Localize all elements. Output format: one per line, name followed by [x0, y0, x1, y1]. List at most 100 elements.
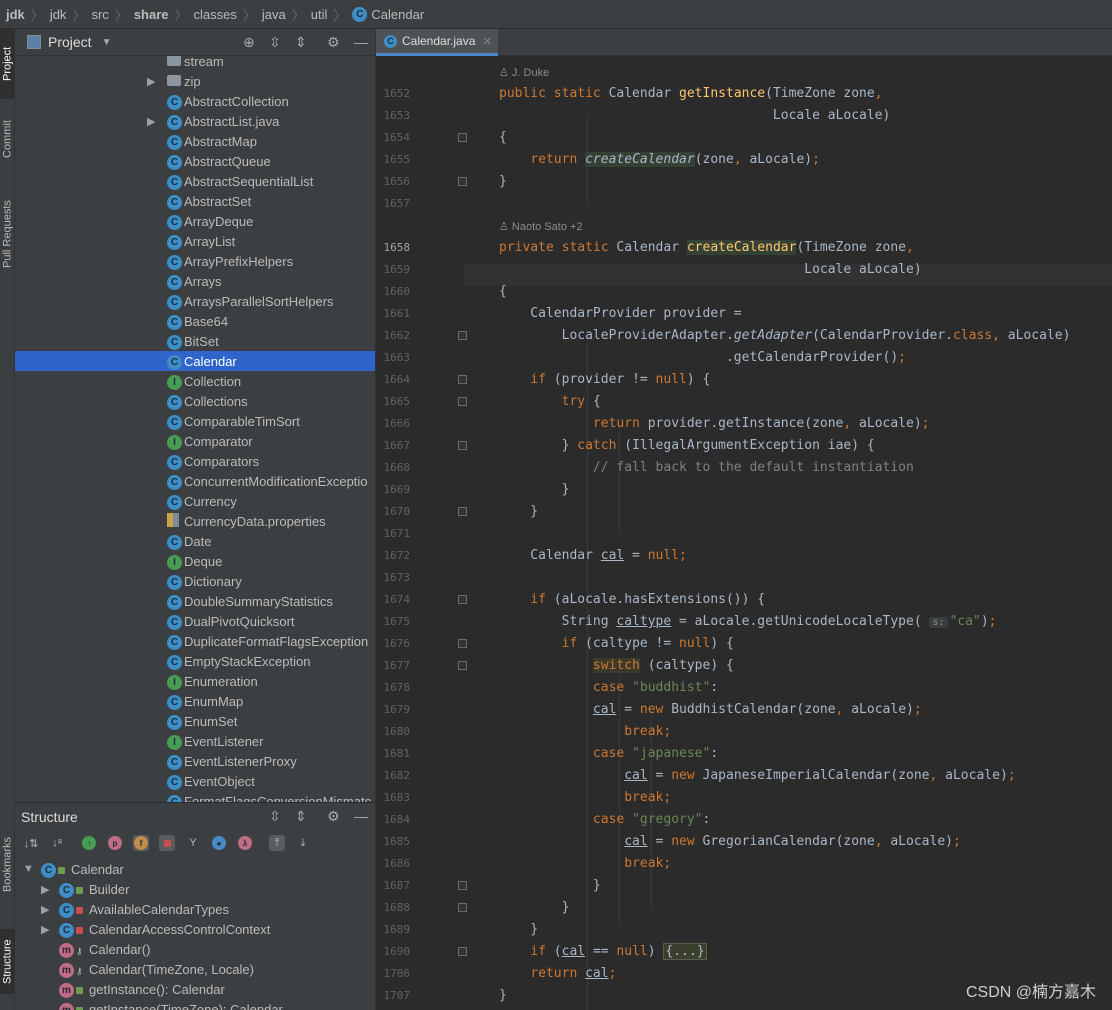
project-tree-item[interactable]: I Comparator: [15, 431, 375, 451]
close-icon[interactable]: ✕: [483, 35, 492, 48]
structure-title[interactable]: Structure: [21, 809, 78, 825]
chevron-down-icon[interactable]: ▼: [23, 863, 34, 875]
breadcrumb-item[interactable]: java: [262, 7, 286, 22]
breadcrumb-item[interactable]: jdk: [6, 7, 25, 22]
code-author-annotation[interactable]: ♙ Naoto Sato +2: [499, 220, 583, 233]
structure-tree-item[interactable]: m getInstance(TimeZone): Calendar: [15, 999, 375, 1010]
breadcrumb-item[interactable]: classes: [194, 7, 237, 22]
gear-icon[interactable]: ⚙: [327, 34, 340, 51]
tool-tab-pull-requests[interactable]: Pull Requests: [0, 189, 15, 279]
code-area[interactable]: ♙ J. Duke ♙ Naoto Sato +2 public static …: [464, 56, 1112, 1010]
project-tree-item[interactable]: C EventObject: [15, 771, 375, 791]
minimize-icon[interactable]: —: [354, 34, 368, 50]
structure-tree-item[interactable]: m ⚷ Calendar(): [15, 939, 375, 959]
autoscroll-from-source-icon[interactable]: ⤓: [295, 835, 311, 851]
project-tree-item[interactable]: stream: [15, 56, 375, 71]
minimize-icon[interactable]: —: [354, 808, 368, 824]
breadcrumb-item[interactable]: share: [134, 7, 169, 22]
show-properties-icon[interactable]: p: [108, 836, 122, 850]
breadcrumb-item[interactable]: src: [91, 7, 108, 22]
gear-icon[interactable]: ⚙: [327, 808, 340, 825]
chevron-right-icon[interactable]: ▶: [41, 883, 49, 896]
project-tree-item[interactable]: C EventListenerProxy: [15, 751, 375, 771]
project-tree-item[interactable]: C AbstractCollection: [15, 91, 375, 111]
project-tree-item[interactable]: C AbstractSet: [15, 191, 375, 211]
sort-alpha-icon[interactable]: ↓ᵃ: [49, 835, 65, 851]
project-tree-item[interactable]: C Base64: [15, 311, 375, 331]
class-icon: C: [167, 573, 182, 590]
lambda-icon[interactable]: λ: [238, 836, 252, 850]
project-tree-item[interactable]: C EmptyStackException: [15, 651, 375, 671]
project-tree-item[interactable]: C BitSet: [15, 331, 375, 351]
show-lambdas-icon[interactable]: ●: [212, 836, 226, 850]
expand-all-icon[interactable]: ⇳: [269, 808, 281, 825]
editor-tab[interactable]: C Calendar.java ✕: [376, 29, 498, 56]
project-title[interactable]: Project: [48, 34, 92, 50]
autoscroll-to-source-icon[interactable]: ⤒: [269, 835, 285, 851]
class-icon: C: [167, 153, 182, 170]
project-tree-item[interactable]: C Collections: [15, 391, 375, 411]
project-tree-item[interactable]: ▶ zip: [15, 71, 375, 91]
chevron-right-icon[interactable]: ▶: [41, 923, 49, 936]
project-tree-item[interactable]: C AbstractQueue: [15, 151, 375, 171]
tool-tab-bookmarks[interactable]: Bookmarks: [0, 829, 15, 899]
project-tree-item[interactable]: I Collection: [15, 371, 375, 391]
locate-icon[interactable]: ⊕: [243, 34, 255, 51]
show-inherited-icon[interactable]: ↑: [82, 836, 96, 850]
folded-code-block[interactable]: {...}: [663, 943, 707, 960]
expand-all-icon[interactable]: ⇳: [269, 34, 281, 51]
structure-tree-item[interactable]: ▶ C CalendarAccessControlContext: [15, 919, 375, 939]
tool-tab-project[interactable]: Project: [0, 29, 15, 99]
breadcrumb-item[interactable]: jdk: [50, 7, 67, 22]
sort-visibility-icon[interactable]: ↓⇅: [23, 835, 39, 851]
project-tree-item[interactable]: C DoubleSummaryStatistics: [15, 591, 375, 611]
project-tree-item[interactable]: C FormatFlagsConversionMismatc: [15, 791, 375, 802]
project-tree-item[interactable]: C AbstractMap: [15, 131, 375, 151]
project-tree-item[interactable]: C ComparableTimSort: [15, 411, 375, 431]
structure-tree-item[interactable]: ▶ C Builder: [15, 879, 375, 899]
project-tree-item[interactable]: C EnumMap: [15, 691, 375, 711]
project-tree-item[interactable]: C AbstractSequentialList: [15, 171, 375, 191]
project-tree-item[interactable]: C Calendar: [15, 351, 375, 371]
chevron-right-icon[interactable]: ▶: [147, 75, 155, 88]
project-tree-item[interactable]: C Dictionary: [15, 571, 375, 591]
structure-tree-item[interactable]: m ⚷ Calendar(TimeZone, Locale): [15, 959, 375, 979]
show-anonymous-icon[interactable]: Y: [185, 835, 201, 851]
collapse-all-icon[interactable]: ⇕: [295, 808, 307, 825]
structure-tree-item[interactable]: ▶ C AvailableCalendarTypes: [15, 899, 375, 919]
show-non-public-icon[interactable]: [159, 835, 175, 851]
project-tree-item[interactable]: I EventListener: [15, 731, 375, 751]
project-tree-item[interactable]: I Deque: [15, 551, 375, 571]
chevron-down-icon[interactable]: ▼: [102, 37, 112, 48]
project-tree-item[interactable]: C Arrays: [15, 271, 375, 291]
project-tree-item[interactable]: C ConcurrentModificationExceptio: [15, 471, 375, 491]
project-tree-item[interactable]: ▶ C AbstractList.java: [15, 111, 375, 131]
tool-tab-structure[interactable]: Structure: [0, 929, 15, 994]
collapse-all-icon[interactable]: ⇕: [295, 34, 307, 51]
structure-tree-item[interactable]: ▼ C Calendar: [15, 859, 375, 879]
project-tree-item[interactable]: C Date: [15, 531, 375, 551]
code-author-annotation[interactable]: ♙ J. Duke: [499, 66, 549, 79]
project-tree-item[interactable]: CurrencyData.properties: [15, 511, 375, 531]
project-tree-item[interactable]: C ArrayPrefixHelpers: [15, 251, 375, 271]
structure-tree-item[interactable]: m getInstance(): Calendar: [15, 979, 375, 999]
chevron-right-icon[interactable]: ▶: [41, 903, 49, 916]
code-line: }: [499, 504, 539, 519]
show-fields-icon[interactable]: f: [134, 836, 148, 850]
project-tree-item[interactable]: C ArrayList: [15, 231, 375, 251]
project-tree-item[interactable]: C EnumSet: [15, 711, 375, 731]
breadcrumb-item[interactable]: Calendar: [371, 7, 424, 22]
project-tree-item[interactable]: I Enumeration: [15, 671, 375, 691]
tool-tab-commit[interactable]: Commit: [0, 109, 15, 169]
project-tree-item[interactable]: C ArrayDeque: [15, 211, 375, 231]
chevron-right-icon[interactable]: ▶: [147, 115, 155, 128]
project-tree-item[interactable]: C ArraysParallelSortHelpers: [15, 291, 375, 311]
project-tree-item-label: BitSet: [184, 333, 219, 349]
project-tree-item[interactable]: C DuplicateFormatFlagsException: [15, 631, 375, 651]
project-tree-item[interactable]: C DualPivotQuicksort: [15, 611, 375, 631]
project-tree-item[interactable]: C Comparators: [15, 451, 375, 471]
breadcrumb-item[interactable]: util: [311, 7, 328, 22]
code-line: }: [499, 878, 601, 893]
project-tree-item[interactable]: C Currency: [15, 491, 375, 511]
line-number: 1681: [383, 747, 411, 760]
